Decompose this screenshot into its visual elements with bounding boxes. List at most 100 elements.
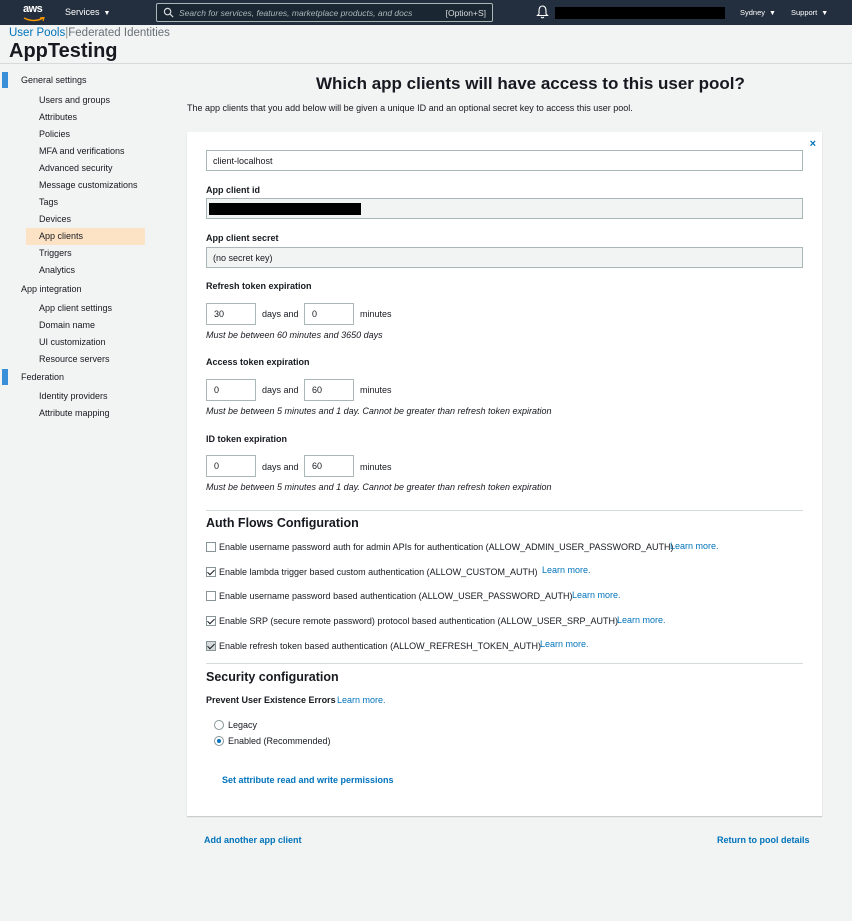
sidebar-item-label: Message customizations (39, 180, 138, 190)
top-navigation-bar: aws Services ▼ Search for services, featu… (0, 0, 852, 25)
section-marker (2, 72, 8, 88)
sidebar-item-label: Users and groups (39, 95, 111, 105)
learn-more-link[interactable]: Learn more. (337, 695, 386, 705)
access-minutes-input[interactable]: 60 (304, 379, 354, 401)
sidebar-section-label: App integration (21, 284, 82, 294)
section-heading: Which app clients will have access to th… (316, 74, 745, 93)
radio-enabled-label: Enabled (Recommended) (228, 736, 331, 746)
search-input[interactable]: Search for services, features, marketpla… (156, 3, 493, 22)
sidebar-item-label: Attribute mapping (39, 408, 110, 418)
user-pools-link[interactable]: User Pools (9, 27, 65, 39)
return-to-pool-details-link[interactable]: Return to pool details (717, 835, 810, 845)
search-placeholder: Search for services, features, marketpla… (179, 8, 413, 18)
sidebar-item-label: Domain name (39, 320, 96, 330)
sidebar-item-label: Analytics (39, 265, 76, 275)
refresh-hint: Must be between 60 minutes and 3650 days (206, 330, 383, 340)
sidebar-item-advanced-security[interactable]: Advanced security (26, 160, 145, 177)
checkbox-refresh-token-auth (206, 641, 216, 651)
sidebar-item-triggers[interactable]: Triggers (26, 245, 145, 262)
learn-more-link[interactable]: Learn more. (670, 541, 719, 551)
learn-more-link[interactable]: Learn more. (572, 590, 621, 600)
section-description: The app clients that you add below will … (187, 103, 633, 113)
sidebar-item-label: App client settings (39, 303, 113, 313)
header-divider (0, 63, 852, 64)
access-minutes-value: 60 (312, 385, 323, 395)
sidebar-item-policies[interactable]: Policies (26, 126, 145, 143)
caret-down-icon: ▼ (821, 10, 829, 17)
search-shortcut: [Option+S] (445, 8, 486, 18)
support-label: Support (791, 8, 818, 17)
sidebar-item-domain-name[interactable]: Domain name (26, 317, 145, 334)
aws-logo[interactable]: aws (23, 3, 45, 22)
set-attribute-permissions-link[interactable]: Set attribute read and write permissions (222, 775, 394, 785)
sidebar-item-attribute-mapping[interactable]: Attribute mapping (26, 405, 145, 422)
redacted-client-id (209, 203, 361, 215)
region-menu[interactable]: Sydney ▼ (740, 8, 776, 17)
checkbox-admin-user-password-auth[interactable] (206, 542, 216, 552)
sidebar-item-analytics[interactable]: Analytics (26, 262, 145, 279)
sidebar-item-devices[interactable]: Devices (26, 211, 145, 228)
sidebar-section-general[interactable]: General settings (0, 71, 160, 88)
radio-legacy[interactable] (214, 720, 224, 730)
bell-icon[interactable] (536, 5, 549, 19)
services-menu[interactable]: Services ▼ (65, 7, 110, 17)
app-client-name-value: client-localhost (213, 156, 273, 166)
checkbox-user-srp-auth[interactable] (206, 616, 216, 626)
days-and-label: days and (262, 462, 299, 472)
sidebar-item-label: Resource servers (39, 354, 110, 364)
app-client-secret-value: (no secret key) (213, 253, 273, 263)
radio-enabled[interactable] (214, 736, 224, 746)
divider (206, 510, 803, 511)
app-client-secret-field: (no secret key) (206, 247, 803, 268)
learn-more-link[interactable]: Learn more. (540, 639, 589, 649)
learn-more-link[interactable]: Learn more. (617, 615, 666, 625)
checkbox-user-password-auth[interactable] (206, 591, 216, 601)
app-client-secret-label: App client secret (206, 233, 279, 243)
sidebar-section-federation[interactable]: Federation (0, 368, 160, 385)
access-hint: Must be between 5 minutes and 1 day. Can… (206, 406, 552, 416)
id-days-input[interactable]: 0 (206, 455, 256, 477)
security-config-heading: Security configuration (206, 670, 339, 684)
auth-flow-label: Enable lambda trigger based custom authe… (219, 567, 538, 577)
access-token-label: Access token expiration (206, 357, 310, 367)
auth-flows-heading: Auth Flows Configuration (206, 516, 359, 530)
sidebar-item-ui-customization[interactable]: UI customization (26, 334, 145, 351)
days-and-label: days and (262, 309, 299, 319)
caret-down-icon: ▼ (769, 10, 776, 17)
sidebar-item-identity-providers[interactable]: Identity providers (26, 388, 145, 405)
sidebar-item-resource-servers[interactable]: Resource servers (26, 351, 145, 368)
sidebar-item-label: Policies (39, 129, 71, 139)
id-minutes-input[interactable]: 60 (304, 455, 354, 477)
services-label: Services (65, 7, 100, 17)
aws-logo-text: aws (23, 3, 43, 15)
minutes-label: minutes (360, 385, 392, 395)
sidebar-item-app-clients[interactable]: App clients (26, 228, 145, 245)
learn-more-link[interactable]: Learn more. (542, 565, 591, 575)
sidebar-item-app-client-settings[interactable]: App client settings (26, 300, 145, 317)
access-days-value: 0 (214, 385, 220, 395)
sidebar-item-attributes[interactable]: Attributes (26, 109, 145, 126)
access-days-input[interactable]: 0 (206, 379, 256, 401)
close-icon[interactable]: × (810, 138, 816, 150)
days-and-label: days and (262, 385, 299, 395)
support-menu[interactable]: Support ▼ (791, 8, 828, 17)
sidebar-item-label: Identity providers (39, 391, 108, 401)
sidebar-item-users-and-groups[interactable]: Users and groups (26, 92, 145, 109)
add-another-app-client-link[interactable]: Add another app client (204, 835, 302, 845)
federated-identities-link[interactable]: Federated Identities (68, 27, 170, 39)
refresh-days-input[interactable]: 30 (206, 303, 256, 325)
sidebar-item-tags[interactable]: Tags (26, 194, 145, 211)
sidebar-item-label: UI customization (39, 337, 106, 347)
account-menu[interactable] (555, 7, 725, 19)
auth-flow-label: Enable username password based authentic… (219, 591, 573, 601)
id-token-label: ID token expiration (206, 434, 288, 444)
app-client-name-input[interactable]: client-localhost (206, 150, 803, 171)
sidebar-section-app-integration[interactable]: App integration (0, 280, 160, 297)
checkbox-custom-auth[interactable] (206, 567, 216, 577)
minutes-label: minutes (360, 309, 392, 319)
sidebar-item-label: Tags (39, 197, 59, 207)
sidebar-item-mfa[interactable]: MFA and verifications (26, 143, 145, 160)
sidebar-item-message-customizations[interactable]: Message customizations (26, 177, 145, 194)
divider (206, 663, 803, 664)
refresh-minutes-input[interactable]: 0 (304, 303, 354, 325)
